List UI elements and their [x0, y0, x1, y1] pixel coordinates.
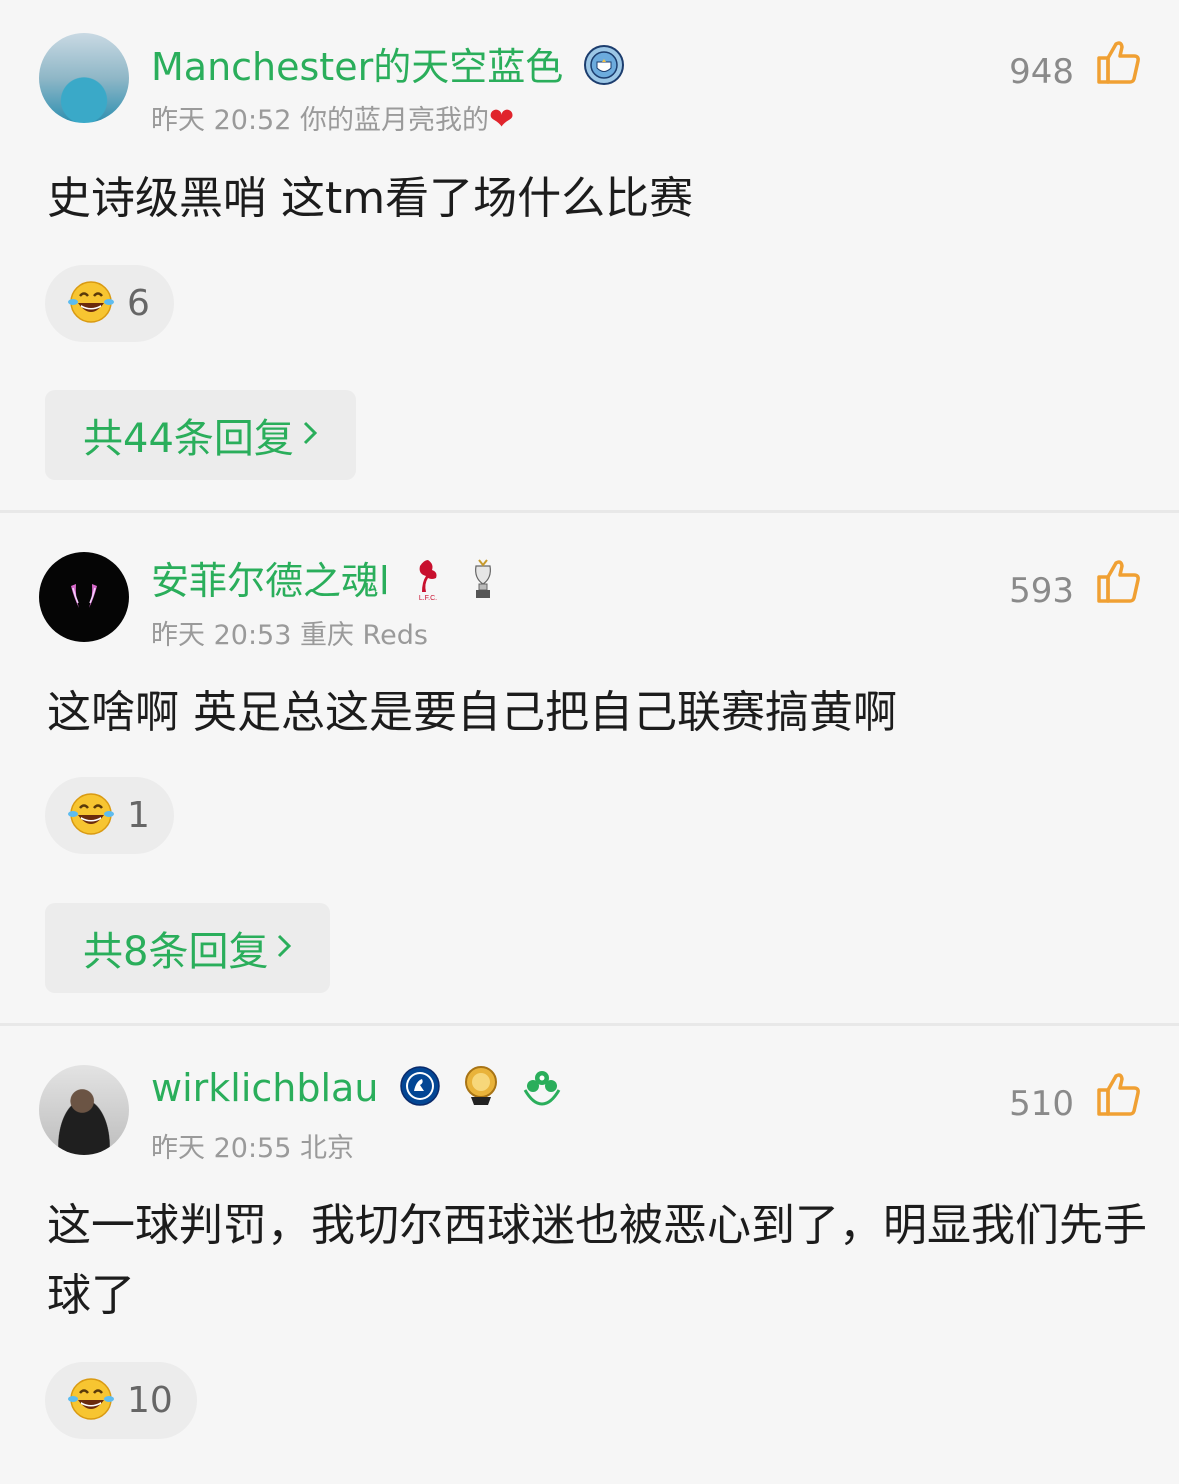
comment-item: Manchester的天空蓝色 昨天 20:52 你的蓝月亮我的❤ 948 史诗… [0, 0, 1179, 510]
comment-text: 这啥啊 英足总这是要自己把自己联赛搞黄啊 [47, 687, 897, 738]
avatar[interactable] [39, 1065, 129, 1155]
username[interactable]: 安菲尔德之魂l L.F.C. [151, 550, 500, 611]
chelsea-badge-icon [399, 1065, 441, 1116]
reaction-count: 1 [127, 795, 150, 836]
comment-meta: 昨天 20:55 北京 [151, 1133, 354, 1164]
thumbs-up-icon[interactable] [1095, 557, 1143, 605]
red-heart-icon: ❤ [488, 102, 515, 137]
comment-meta: 昨天 20:53 重庆 Reds [151, 620, 428, 651]
liverpool-badge-icon: L.F.C. [410, 556, 446, 611]
like-count: 593 [1009, 571, 1074, 611]
reaction-count: 10 [127, 1380, 173, 1421]
reaction-pill[interactable]: 6 [45, 265, 174, 342]
replies-label: 共44条回复 [83, 416, 294, 462]
view-replies-button[interactable]: 共8条回复 [45, 903, 331, 993]
premier-league-trophy-icon [466, 556, 500, 611]
chevron-right-icon [274, 925, 294, 971]
reaction-count: 6 [127, 283, 150, 324]
laughing-tears-emoji-icon [67, 1375, 115, 1427]
avatar[interactable] [39, 33, 129, 123]
username[interactable]: wirklichblau [151, 1064, 563, 1117]
svg-text:L.F.C.: L.F.C. [419, 595, 437, 602]
laughing-tears-emoji-icon [67, 790, 115, 842]
view-replies-button[interactable]: 共44条回复 [45, 390, 356, 480]
replies-label: 共8条回复 [83, 929, 269, 975]
comment-text: 史诗级黑哨 这tm看了场什么比赛 [47, 173, 694, 224]
comment-item: 安菲尔德之魂l L.F.C. 昨天 20:53 重庆 Reds 593 这啥啊 … [0, 513, 1179, 1023]
green-clover-icon [521, 1066, 563, 1115]
reaction-pill[interactable]: 1 [45, 777, 174, 854]
man-city-badge-icon [583, 44, 625, 95]
like-count: 510 [1009, 1084, 1074, 1124]
gold-medal-icon [461, 1064, 501, 1117]
thumbs-up-icon[interactable] [1095, 38, 1143, 86]
laughing-tears-emoji-icon [67, 278, 115, 330]
comment-item: wirklichblau 昨天 20:55 北京 510 这一球判罚，我切尔西球… [0, 1026, 1179, 1484]
reaction-pill[interactable]: 10 [45, 1362, 197, 1439]
comment-meta: 昨天 20:52 你的蓝月亮我的❤ [151, 102, 515, 137]
like-count: 948 [1009, 52, 1074, 92]
username[interactable]: Manchester的天空蓝色 [151, 36, 625, 95]
comment-text: 这一球判罚，我切尔西球迷也被恶心到了，明显我们先手球了 [47, 1200, 1147, 1321]
avatar[interactable] [39, 552, 129, 642]
thumbs-up-icon[interactable] [1095, 1070, 1143, 1118]
chevron-right-icon [300, 412, 320, 458]
